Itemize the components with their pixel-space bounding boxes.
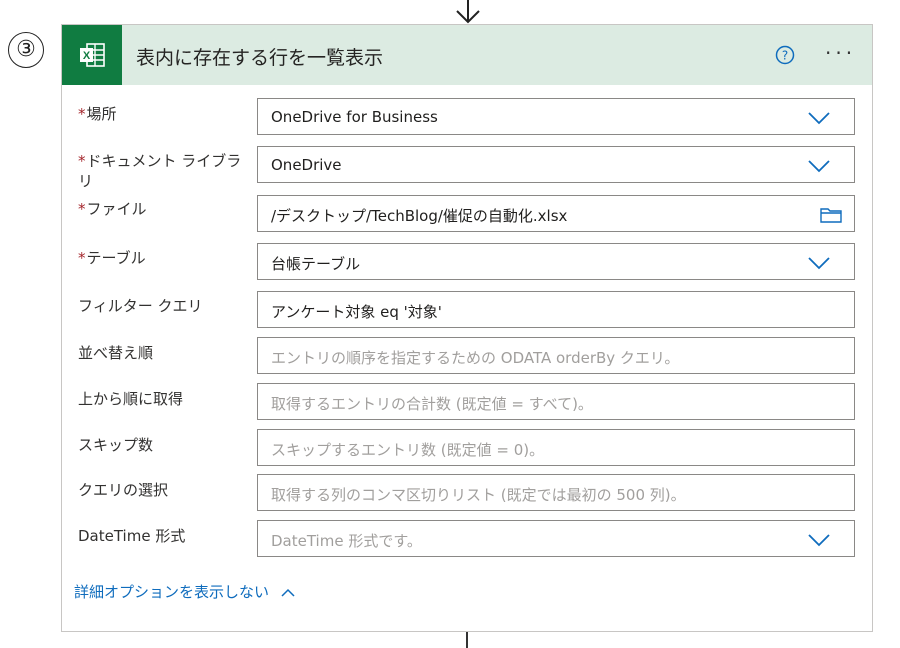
location-label: *場所 xyxy=(78,104,248,124)
document-library-value: OneDrive xyxy=(271,156,342,174)
datetime-format-label: DateTime 形式 xyxy=(78,526,248,546)
table-value: 台帳テーブル xyxy=(271,255,361,273)
action-header[interactable]: X 表内に存在する行を一覧表示 ? ··· xyxy=(62,25,872,85)
flow-arrow-down-icon xyxy=(456,0,480,24)
select-query-placeholder: 取得する列のコンマ区切りリスト (既定では最初の 500 列)。 xyxy=(271,486,686,504)
hide-advanced-options-link[interactable]: 詳細オプションを表示しない xyxy=(74,581,296,602)
top-count-placeholder: 取得するエントリの合計数 (既定値 = すべて)。 xyxy=(271,395,593,413)
flow-connector-line xyxy=(466,632,468,648)
folder-icon[interactable] xyxy=(820,206,842,223)
order-by-label: 並べ替え順 xyxy=(78,343,248,363)
skip-count-label-text: スキップ数 xyxy=(78,436,154,454)
more-icon[interactable]: ··· xyxy=(825,41,856,65)
order-by-placeholder: エントリの順序を指定するための ODATA orderBy クエリ。 xyxy=(271,349,680,367)
chevron-down-icon[interactable] xyxy=(808,159,830,173)
top-count-label: 上から順に取得 xyxy=(78,389,248,409)
table-label-text: テーブル xyxy=(86,249,146,267)
skip-count-input[interactable]: スキップするエントリ数 (既定値 = 0)。 xyxy=(257,429,855,466)
filter-query-label: フィルター クエリ xyxy=(78,296,248,316)
table-label: *テーブル xyxy=(78,248,248,268)
svg-text:X: X xyxy=(83,50,91,62)
datetime-format-dropdown[interactable]: DateTime 形式です。 xyxy=(257,520,855,557)
select-query-label-text: クエリの選択 xyxy=(78,481,169,499)
location-dropdown[interactable]: OneDrive for Business xyxy=(257,98,855,135)
file-label-text: ファイル xyxy=(86,200,147,218)
help-icon[interactable]: ? xyxy=(775,45,795,65)
datetime-format-label-text: DateTime 形式 xyxy=(78,527,186,545)
filter-query-input[interactable]: アンケート対象 eq '対象' xyxy=(257,291,855,328)
chevron-up-icon xyxy=(281,588,295,597)
location-value: OneDrive for Business xyxy=(271,108,438,126)
required-asterisk: * xyxy=(78,152,86,170)
skip-count-placeholder: スキップするエントリ数 (既定値 = 0)。 xyxy=(271,441,545,459)
top-count-label-text: 上から順に取得 xyxy=(78,390,184,408)
file-label: *ファイル xyxy=(78,199,248,219)
chevron-down-icon[interactable] xyxy=(808,111,830,125)
action-card: X 表内に存在する行を一覧表示 ? ··· *場所 OneDrive for Bu… xyxy=(61,24,873,632)
location-label-text: 場所 xyxy=(86,105,117,123)
step-number: ③ xyxy=(8,32,44,68)
document-library-label-text: ドキュメント ライブラリ xyxy=(78,152,242,190)
filter-query-label-text: フィルター クエリ xyxy=(78,297,203,315)
select-query-label: クエリの選択 xyxy=(78,480,248,500)
excel-icon: X xyxy=(62,25,122,85)
svg-text:?: ? xyxy=(782,49,788,63)
required-asterisk: * xyxy=(78,249,86,267)
file-input[interactable]: /デスクトップ/TechBlog/催促の自動化.xlsx xyxy=(257,195,855,232)
document-library-dropdown[interactable]: OneDrive xyxy=(257,146,855,183)
top-count-input[interactable]: 取得するエントリの合計数 (既定値 = すべて)。 xyxy=(257,383,855,420)
skip-count-label: スキップ数 xyxy=(78,435,248,455)
file-value: /デスクトップ/TechBlog/催促の自動化.xlsx xyxy=(271,207,568,225)
order-by-label-text: 並べ替え順 xyxy=(78,344,154,362)
filter-query-value: アンケート対象 eq '対象' xyxy=(271,303,442,321)
chevron-down-icon[interactable] xyxy=(808,256,830,270)
table-dropdown[interactable]: 台帳テーブル xyxy=(257,243,855,280)
order-by-input[interactable]: エントリの順序を指定するための ODATA orderBy クエリ。 xyxy=(257,337,855,374)
required-asterisk: * xyxy=(78,105,86,123)
chevron-down-icon[interactable] xyxy=(808,533,830,547)
advanced-options-label: 詳細オプションを表示しない xyxy=(74,583,270,601)
select-query-input[interactable]: 取得する列のコンマ区切りリスト (既定では最初の 500 列)。 xyxy=(257,474,855,511)
action-title: 表内に存在する行を一覧表示 xyxy=(136,47,384,69)
datetime-format-placeholder: DateTime 形式です。 xyxy=(271,532,422,550)
required-asterisk: * xyxy=(78,200,86,218)
document-library-label: *ドキュメント ライブラリ xyxy=(78,151,248,191)
